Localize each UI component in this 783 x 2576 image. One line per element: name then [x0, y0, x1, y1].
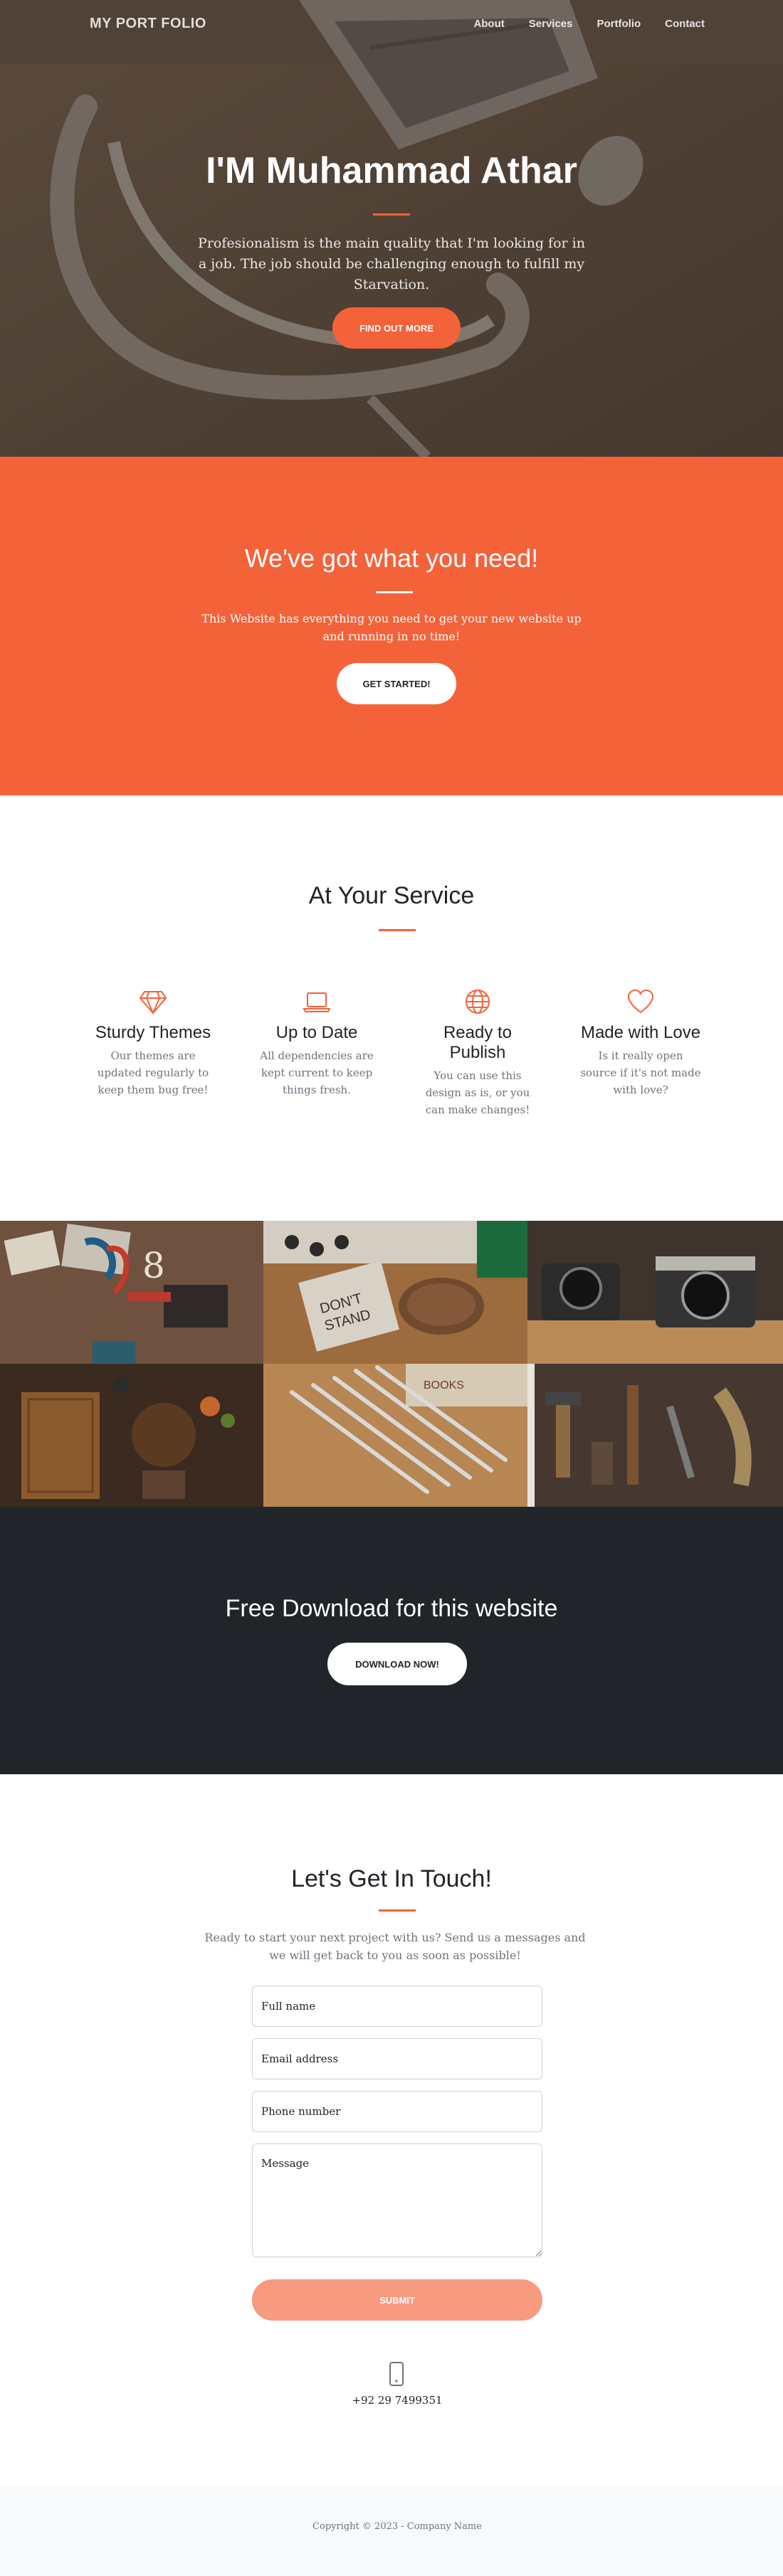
nav-link-contact[interactable]: Contact: [665, 18, 705, 30]
portfolio-image[interactable]: BOOKS: [263, 1364, 527, 1507]
contact-phone-number: +92 29 7499351: [352, 2394, 443, 2407]
services-section: At Your Service Sturdy Themes Our themes…: [0, 795, 783, 1221]
footer: Copyright © 2023 - Company Name: [0, 2486, 783, 2576]
about-text: This Website has everything you need to …: [201, 612, 582, 643]
submit-button[interactable]: SUBMIT: [252, 2279, 542, 2321]
service-text: Our themes are updated regularly to keep…: [97, 1049, 209, 1096]
contact-divider: [379, 1909, 416, 1912]
download-title: Free Download for this website: [225, 1595, 558, 1622]
get-started-button[interactable]: GET STARTED!: [337, 663, 456, 704]
laptop-icon: [303, 992, 331, 1012]
phone-input[interactable]: [252, 2091, 542, 2132]
service-item-made-with-love: Made with Love Is it really open source …: [569, 987, 712, 1098]
services-title: At Your Service: [308, 882, 475, 909]
portfolio-image[interactable]: DON'T STAND: [263, 1221, 527, 1364]
service-item-up-to-date: Up to Date All dependencies are kept cur…: [246, 987, 388, 1098]
hero-divider: [373, 213, 410, 216]
contact-title: Let's Get In Touch!: [291, 1865, 492, 1892]
service-text: Is it really open source if it's not mad…: [580, 1049, 701, 1096]
service-title: Up to Date: [275, 1023, 358, 1042]
nav-link-about[interactable]: About: [473, 18, 504, 30]
contact-text: Ready to start your next project with us…: [204, 1931, 586, 1962]
hero-title: I'M Muhammad Athar: [206, 150, 577, 191]
globe-icon: [466, 990, 490, 1014]
nav-link-portfolio[interactable]: Portfolio: [597, 18, 641, 30]
about-divider: [376, 591, 413, 593]
hero-background-image: [0, 0, 783, 457]
about-title: We've got what you need!: [244, 544, 539, 573]
service-text: You can use this design as is, or you ca…: [425, 1069, 530, 1116]
download-now-button[interactable]: DOWNLOAD NOW!: [327, 1643, 467, 1685]
service-text: All dependencies are kept current to kee…: [260, 1049, 374, 1096]
footer-copyright: Copyright © 2023 - Company Name: [312, 2521, 482, 2532]
service-title: Sturdy Themes: [95, 1023, 211, 1042]
phone-icon: [389, 2362, 404, 2386]
portfolio-image[interactable]: 8: [0, 1221, 263, 1364]
services-divider: [379, 929, 416, 931]
brand-logo[interactable]: MY PORT FOLIO: [90, 16, 206, 32]
portfolio-image[interactable]: [527, 1221, 783, 1364]
download-section: Free Download for this website DOWNLOAD …: [0, 1507, 783, 1774]
heart-icon: [627, 989, 654, 1014]
hero-section: MY PORT FOLIO About Services Portfolio C…: [0, 0, 783, 457]
service-item-sturdy-themes: Sturdy Themes Our themes are updated reg…: [82, 987, 224, 1098]
message-textarea[interactable]: [252, 2143, 542, 2257]
portfolio-image[interactable]: [0, 1364, 263, 1507]
find-out-more-button[interactable]: FIND OUT MORE: [332, 307, 461, 349]
service-item-ready-to-publish: Ready to Publish You can use this design…: [406, 987, 549, 1118]
portfolio-image[interactable]: [527, 1364, 783, 1507]
gem-icon: [139, 991, 167, 1015]
svg-text:8: 8: [142, 1245, 165, 1286]
about-section: We've got what you need! This Website ha…: [0, 457, 783, 795]
nav-link-services[interactable]: Services: [529, 18, 573, 30]
contact-section: Let's Get In Touch! Ready to start your …: [0, 1774, 783, 2486]
top-navbar: MY PORT FOLIO About Services Portfolio C…: [0, 0, 783, 50]
email-input[interactable]: [252, 2038, 542, 2079]
service-title: Ready to Publish: [443, 1023, 513, 1062]
nav-links: About Services Portfolio Contact: [449, 18, 705, 30]
full-name-input[interactable]: [252, 1986, 542, 2027]
portfolio-gallery: 8 DON'T STAND BOOKS: [0, 1221, 783, 1507]
hero-subtitle: Profesionalism is the main quality that …: [198, 235, 585, 292]
svg-text:BOOKS: BOOKS: [424, 1379, 464, 1392]
service-title: Made with Love: [580, 1023, 701, 1042]
